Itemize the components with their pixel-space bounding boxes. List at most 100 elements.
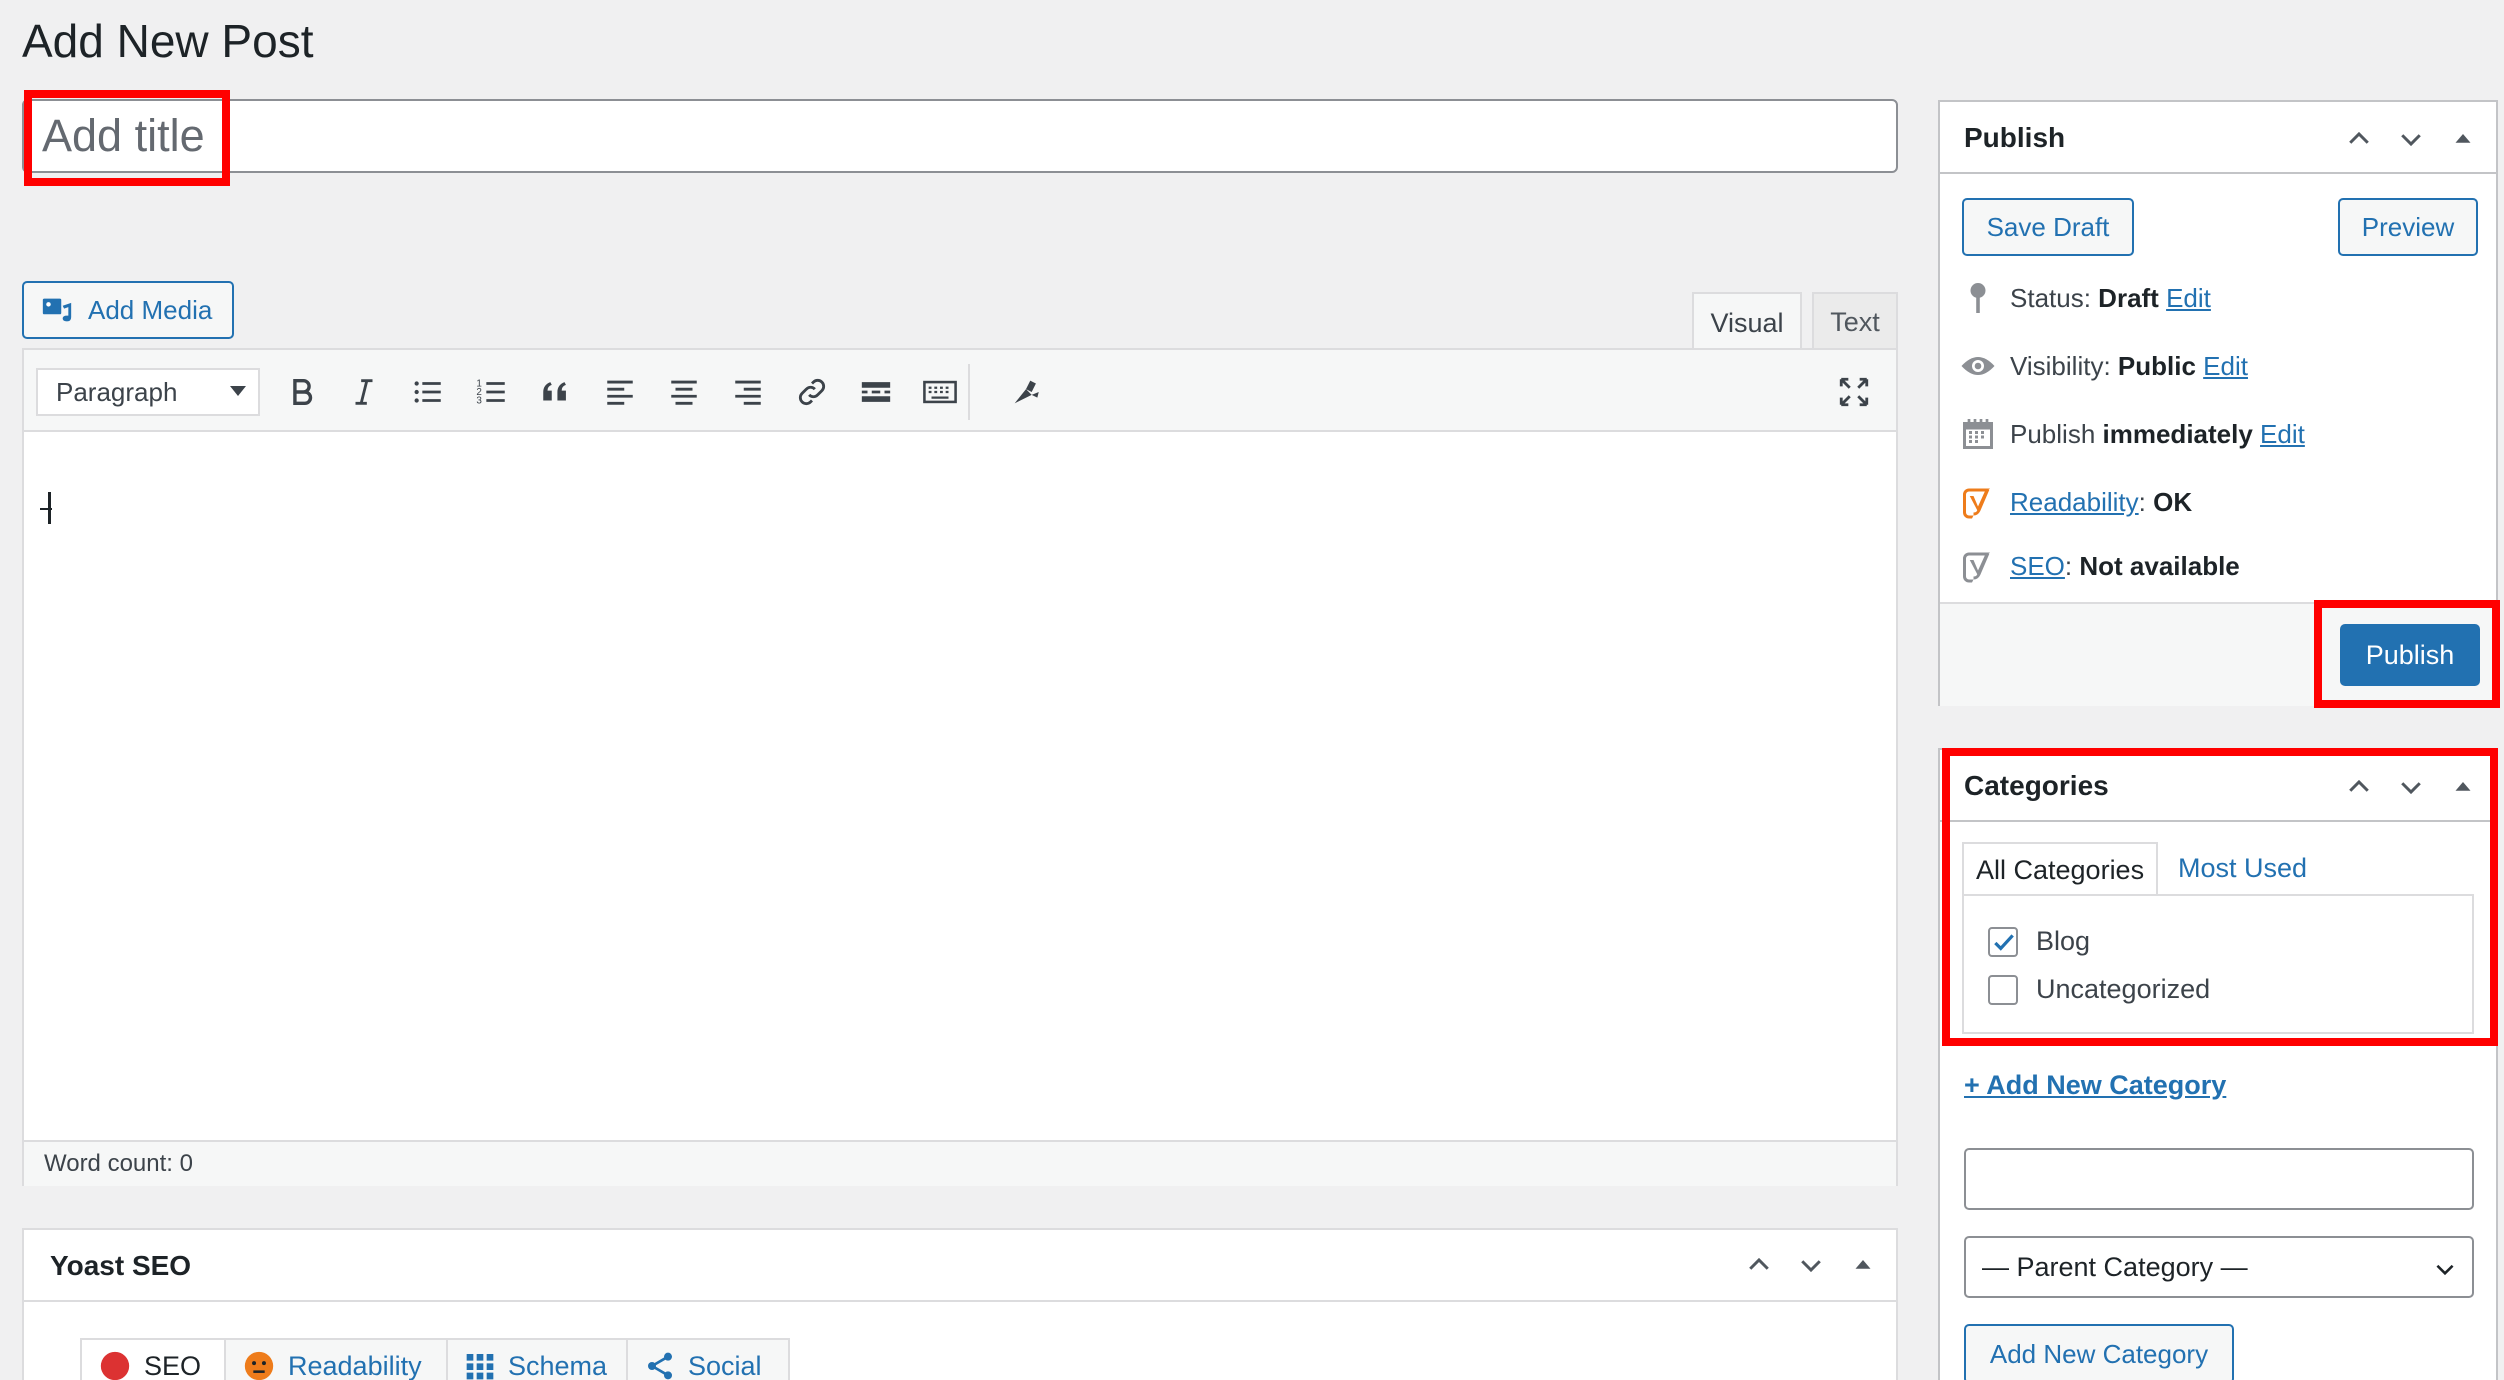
add-new-category-button[interactable]: Add New Category — [1964, 1324, 2234, 1380]
category-item-blog[interactable]: Blog — [1988, 926, 2090, 957]
categories-box-header: Categories — [1940, 750, 2496, 822]
readability-value: OK — [2153, 486, 2193, 517]
yoast-insights-icon — [1014, 380, 1039, 404]
post-title-input[interactable] — [22, 99, 1898, 173]
visibility-value: Public — [2117, 350, 2196, 381]
schema-grid-icon — [466, 1354, 494, 1380]
link-icon — [798, 378, 826, 406]
svg-text:3: 3 — [476, 395, 482, 406]
yoast-tab-label: Readability — [288, 1350, 422, 1380]
move-up-icon[interactable] — [2344, 772, 2374, 802]
publish-box-title: Publish — [1964, 122, 2066, 153]
preview-button[interactable]: Preview — [2338, 198, 2478, 256]
align-center-icon — [671, 380, 697, 405]
align-center-button[interactable] — [660, 368, 708, 416]
tab-visual[interactable]: Visual — [1692, 292, 1802, 352]
blockquote-icon — [543, 382, 566, 401]
categories-box-controls — [2344, 772, 2478, 802]
align-right-icon — [735, 380, 761, 405]
parent-category-select[interactable]: — Parent Category — — [1964, 1236, 2474, 1298]
align-right-button[interactable] — [724, 368, 772, 416]
edit-schedule-link[interactable]: Edit — [2260, 419, 2305, 449]
publish-button[interactable]: Publish — [2340, 624, 2480, 686]
visibility-row: Visibility: Public Edit — [1960, 348, 2248, 384]
add-media-label: Add Media — [88, 294, 213, 325]
edit-visibility-link[interactable]: Edit — [2203, 351, 2248, 381]
fullscreen-button[interactable] — [1830, 368, 1878, 416]
yoast-tab-readability[interactable]: Readability — [224, 1338, 448, 1380]
insert-link-button[interactable] — [788, 368, 836, 416]
checkbox-unchecked[interactable] — [1988, 974, 2018, 1005]
yoast-seo-header: Yoast SEO — [24, 1230, 1896, 1302]
status-label: Status: — [2010, 282, 2091, 313]
collapse-triangle-icon[interactable] — [2448, 124, 2478, 154]
publish-box-controls — [2344, 124, 2478, 154]
calendar-icon — [1963, 419, 1993, 449]
collapse-triangle-icon[interactable] — [2448, 772, 2478, 802]
numbered-list-icon: 123 — [476, 378, 505, 406]
schedule-value: immediately — [2102, 418, 2253, 449]
readability-face-icon — [244, 1351, 274, 1380]
editor-statusbar: Word count: 0 — [24, 1140, 1896, 1186]
numbered-list-button[interactable]: 123 — [468, 368, 516, 416]
checkmark-icon — [1994, 933, 2014, 951]
status-value: Draft — [2098, 282, 2159, 313]
category-label: Uncategorized — [2036, 974, 2211, 1004]
add-new-category-link[interactable]: + Add New Category — [1964, 1070, 2226, 1101]
yoast-tab-social[interactable]: Social — [626, 1338, 790, 1380]
seo-link[interactable]: SEO — [2010, 551, 2065, 581]
readability-link[interactable]: Readability — [2010, 487, 2139, 517]
move-down-icon[interactable] — [2396, 772, 2426, 802]
collapse-triangle-icon[interactable] — [1848, 1250, 1878, 1280]
publish-box-header: Publish — [1940, 102, 2496, 174]
blockquote-button[interactable] — [532, 368, 580, 416]
publish-box: Publish Save Draft Preview Status: Draft… — [1938, 100, 2498, 706]
category-item-uncategorized[interactable]: Uncategorized — [1988, 974, 2210, 1005]
pin-icon — [1970, 283, 1986, 313]
yoast-seo-icon — [1963, 552, 1990, 583]
toolbar-toggle-button[interactable] — [916, 368, 964, 416]
category-checklist: Blog Uncategorized — [1962, 894, 2474, 1034]
bold-button[interactable] — [278, 368, 326, 416]
new-category-input[interactable] — [1964, 1148, 2474, 1210]
bulleted-list-button[interactable] — [404, 368, 452, 416]
page-title: Add New Post — [22, 15, 314, 67]
move-down-icon[interactable] — [1796, 1250, 1826, 1280]
move-down-icon[interactable] — [2396, 124, 2426, 154]
categories-box-title: Categories — [1964, 770, 2109, 801]
eye-icon — [1961, 357, 1995, 375]
yoast-insights-button[interactable] — [1002, 368, 1050, 416]
schedule-row: Publish immediately Edit — [1960, 416, 2305, 452]
yoast-box-controls — [1744, 1250, 1878, 1280]
move-up-icon[interactable] — [2344, 124, 2374, 154]
yoast-tab-seo[interactable]: SEO — [80, 1338, 226, 1380]
checkbox-checked[interactable] — [1988, 926, 2018, 957]
yoast-readability-icon — [1963, 488, 1990, 519]
tab-most-used[interactable]: Most Used — [2166, 842, 2319, 894]
tab-text[interactable]: Text — [1812, 292, 1898, 350]
read-more-icon — [861, 382, 891, 402]
share-icon — [648, 1352, 672, 1380]
read-more-button[interactable] — [852, 368, 900, 416]
move-up-icon[interactable] — [1744, 1250, 1774, 1280]
align-left-button[interactable] — [596, 368, 644, 416]
post-editor: Paragraph 123 Word count: 0 — [22, 348, 1898, 1186]
add-media-icon — [42, 298, 72, 322]
yoast-tab-schema[interactable]: Schema — [446, 1338, 628, 1380]
editor-toolbar: Paragraph 123 — [24, 350, 1896, 432]
edit-status-link[interactable]: Edit — [2166, 283, 2211, 313]
readability-row: Readability: OK — [1960, 484, 2192, 520]
toolbar-toggle-icon — [923, 380, 957, 404]
paragraph-format-select[interactable]: Paragraph — [36, 368, 260, 416]
editor-content-area[interactable] — [24, 432, 1896, 1140]
parent-category-value: — Parent Category — — [1982, 1251, 2248, 1282]
bold-icon — [293, 378, 313, 406]
add-media-button[interactable]: Add Media — [22, 281, 234, 339]
italic-icon — [355, 379, 373, 405]
save-draft-button[interactable]: Save Draft — [1962, 198, 2134, 256]
seo-score-dot-icon — [100, 1351, 130, 1380]
tab-all-categories[interactable]: All Categories — [1962, 842, 2159, 896]
italic-button[interactable] — [340, 368, 388, 416]
word-count: Word count: 0 — [44, 1150, 193, 1177]
yoast-tab-label: Social — [688, 1350, 762, 1380]
